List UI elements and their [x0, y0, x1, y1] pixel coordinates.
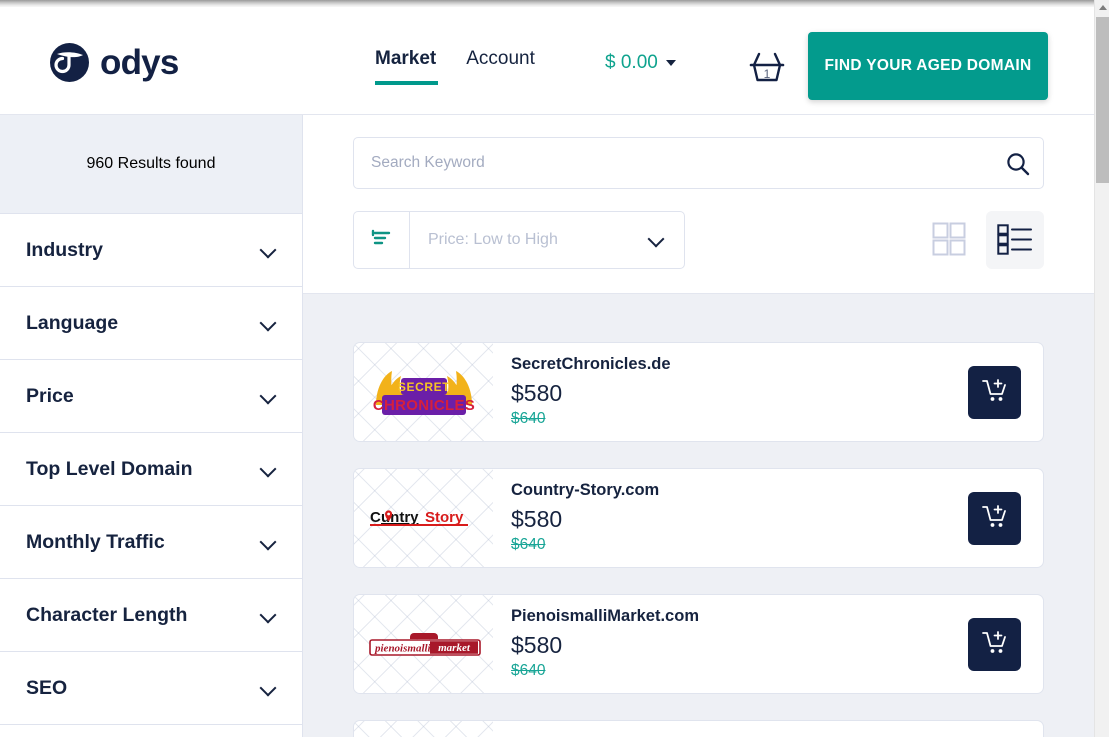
body-row: 960 Results found Industry Language Pric…: [0, 115, 1094, 737]
filter-label: Top Level Domain: [26, 457, 193, 480]
scroll-up-arrow-icon[interactable]: [1095, 0, 1109, 15]
chevron-down-icon: [261, 388, 277, 404]
domain-card[interactable]: [353, 720, 1044, 737]
svg-text:CHRONICLES: CHRONICLES: [372, 397, 474, 414]
page-viewport: odys Market Account $ 0.00 1 FIND YOUR A…: [0, 7, 1094, 737]
domain-old-price: $640: [511, 536, 546, 554]
domain-price: $580: [511, 506, 563, 533]
sort-control-group: Price: Low to High: [353, 211, 685, 269]
search-bar: [353, 137, 1044, 189]
view-mode-toggles: [920, 211, 1044, 269]
chevron-down-icon: [649, 232, 665, 248]
sidebar-filter-industry[interactable]: Industry: [0, 214, 302, 287]
search-icon: [1004, 153, 1032, 181]
domain-thumbnail: C untry Story: [354, 469, 493, 567]
browser-chrome-strip: [0, 0, 1109, 7]
results-count-text: 960 Results found: [86, 155, 216, 172]
results-count-banner: 960 Results found: [0, 115, 302, 214]
scrollbar-thumb[interactable]: [1096, 17, 1109, 183]
domain-card-info: PienoismalliMarket.com $580 $640: [493, 606, 968, 682]
add-to-cart-button[interactable]: [968, 491, 1021, 545]
chevron-down-icon: [261, 680, 277, 696]
main-content: Price: Low to High: [303, 115, 1094, 737]
sidebar-filter-price[interactable]: Price: [0, 360, 302, 433]
domain-old-price: $640: [511, 410, 546, 428]
chevron-down-icon: [261, 242, 277, 258]
add-to-cart-icon: [981, 504, 1008, 533]
search-and-sort-controls: Price: Low to High: [303, 115, 1094, 294]
domain-thumbnail: SECRET CHRONICLES: [354, 343, 493, 441]
main-nav: Market Account: [375, 48, 535, 85]
nav-item-market[interactable]: Market: [375, 48, 439, 85]
app-root: odys Market Account $ 0.00 1 FIND YOUR A…: [0, 0, 1109, 737]
grid-view-button[interactable]: [920, 211, 978, 269]
domain-card[interactable]: SECRET CHRONICLES SecretChronicles.de $5…: [353, 342, 1044, 442]
domain-name: PienoismalliMarket.com: [511, 606, 699, 625]
basket-count-badge: 1: [763, 67, 771, 81]
domain-thumbnail: [354, 721, 493, 737]
sidebar-filter-character-length[interactable]: Character Length: [0, 579, 302, 652]
caret-down-icon: [665, 60, 676, 66]
sort-and-view-row: Price: Low to High: [353, 211, 1044, 269]
svg-text:pienoismalli: pienoismalli: [374, 643, 432, 655]
sort-direction-button[interactable]: [353, 211, 409, 269]
filter-label: Language: [26, 311, 119, 334]
filters-sidebar: 960 Results found Industry Language Pric…: [0, 115, 303, 737]
domain-name: SecretChronicles.de: [511, 354, 671, 373]
filter-label: Price: [26, 384, 74, 407]
domain-card[interactable]: pienoismalli market PienoismalliMarket.c…: [353, 594, 1044, 694]
svg-text:market: market: [438, 642, 471, 654]
sort-lines-icon: [370, 228, 394, 253]
sort-select-value: Price: Low to High: [428, 231, 558, 248]
add-to-cart-icon: [981, 378, 1008, 407]
pienoismalli-market-logo: pienoismalli market: [368, 627, 481, 661]
country-story-logo: C untry Story: [368, 502, 480, 534]
find-aged-domain-button[interactable]: FIND YOUR AGED DOMAIN: [808, 32, 1048, 100]
filter-label: Monthly Traffic: [26, 530, 165, 553]
chevron-down-icon: [261, 607, 277, 623]
search-input[interactable]: [353, 137, 1044, 189]
domain-card[interactable]: C untry Story Country-Story.com $580 $64…: [353, 468, 1044, 568]
domain-thumbnail: pienoismalli market: [354, 595, 493, 693]
chevron-down-icon: [261, 534, 277, 550]
odys-logo[interactable]: odys: [48, 41, 179, 84]
domain-card-info: SecretChronicles.de $580 $640: [493, 354, 968, 430]
filter-label: Industry: [26, 238, 103, 261]
odys-logo-text: odys: [100, 43, 179, 82]
svg-text:Story: Story: [425, 509, 464, 526]
shopping-basket-button[interactable]: 1: [743, 43, 791, 91]
sidebar-filter-monthly-traffic[interactable]: Monthly Traffic: [0, 506, 302, 579]
chevron-down-icon: [261, 315, 277, 331]
sidebar-filter-top-level-domain[interactable]: Top Level Domain: [0, 433, 302, 506]
domain-price: $580: [511, 632, 563, 659]
sidebar-filter-language[interactable]: Language: [0, 287, 302, 360]
sidebar-filter-seo[interactable]: SEO: [0, 652, 302, 725]
grid-view-icon: [931, 221, 967, 260]
odys-bird-mark-icon: [48, 41, 91, 84]
results-list: SECRET CHRONICLES SecretChronicles.de $5…: [303, 294, 1094, 737]
list-view-icon: [997, 223, 1033, 258]
add-to-cart-icon: [981, 630, 1008, 659]
filter-label: Character Length: [26, 603, 188, 626]
domain-name: Country-Story.com: [511, 480, 660, 499]
account-balance[interactable]: $ 0.00: [605, 52, 676, 74]
svg-text:SECRET: SECRET: [397, 380, 449, 394]
balance-amount: $ 0.00: [605, 52, 658, 73]
site-header: odys Market Account $ 0.00 1 FIND YOUR A…: [0, 7, 1094, 115]
domain-card-info: Country-Story.com $580 $640: [493, 480, 968, 556]
filter-label: SEO: [26, 676, 68, 699]
add-to-cart-button[interactable]: [968, 617, 1021, 671]
page-scrollbar[interactable]: [1094, 0, 1109, 737]
search-button[interactable]: [1004, 150, 1032, 178]
domain-price: $580: [511, 380, 563, 407]
secret-chronicles-logo: SECRET CHRONICLES: [370, 361, 478, 423]
sort-select[interactable]: Price: Low to High: [409, 211, 685, 269]
svg-text:C: C: [370, 509, 381, 526]
list-view-button[interactable]: [986, 211, 1044, 269]
nav-item-account[interactable]: Account: [466, 48, 535, 85]
domain-old-price: $640: [511, 662, 546, 680]
chevron-down-icon: [261, 461, 277, 477]
add-to-cart-button[interactable]: [968, 365, 1021, 419]
